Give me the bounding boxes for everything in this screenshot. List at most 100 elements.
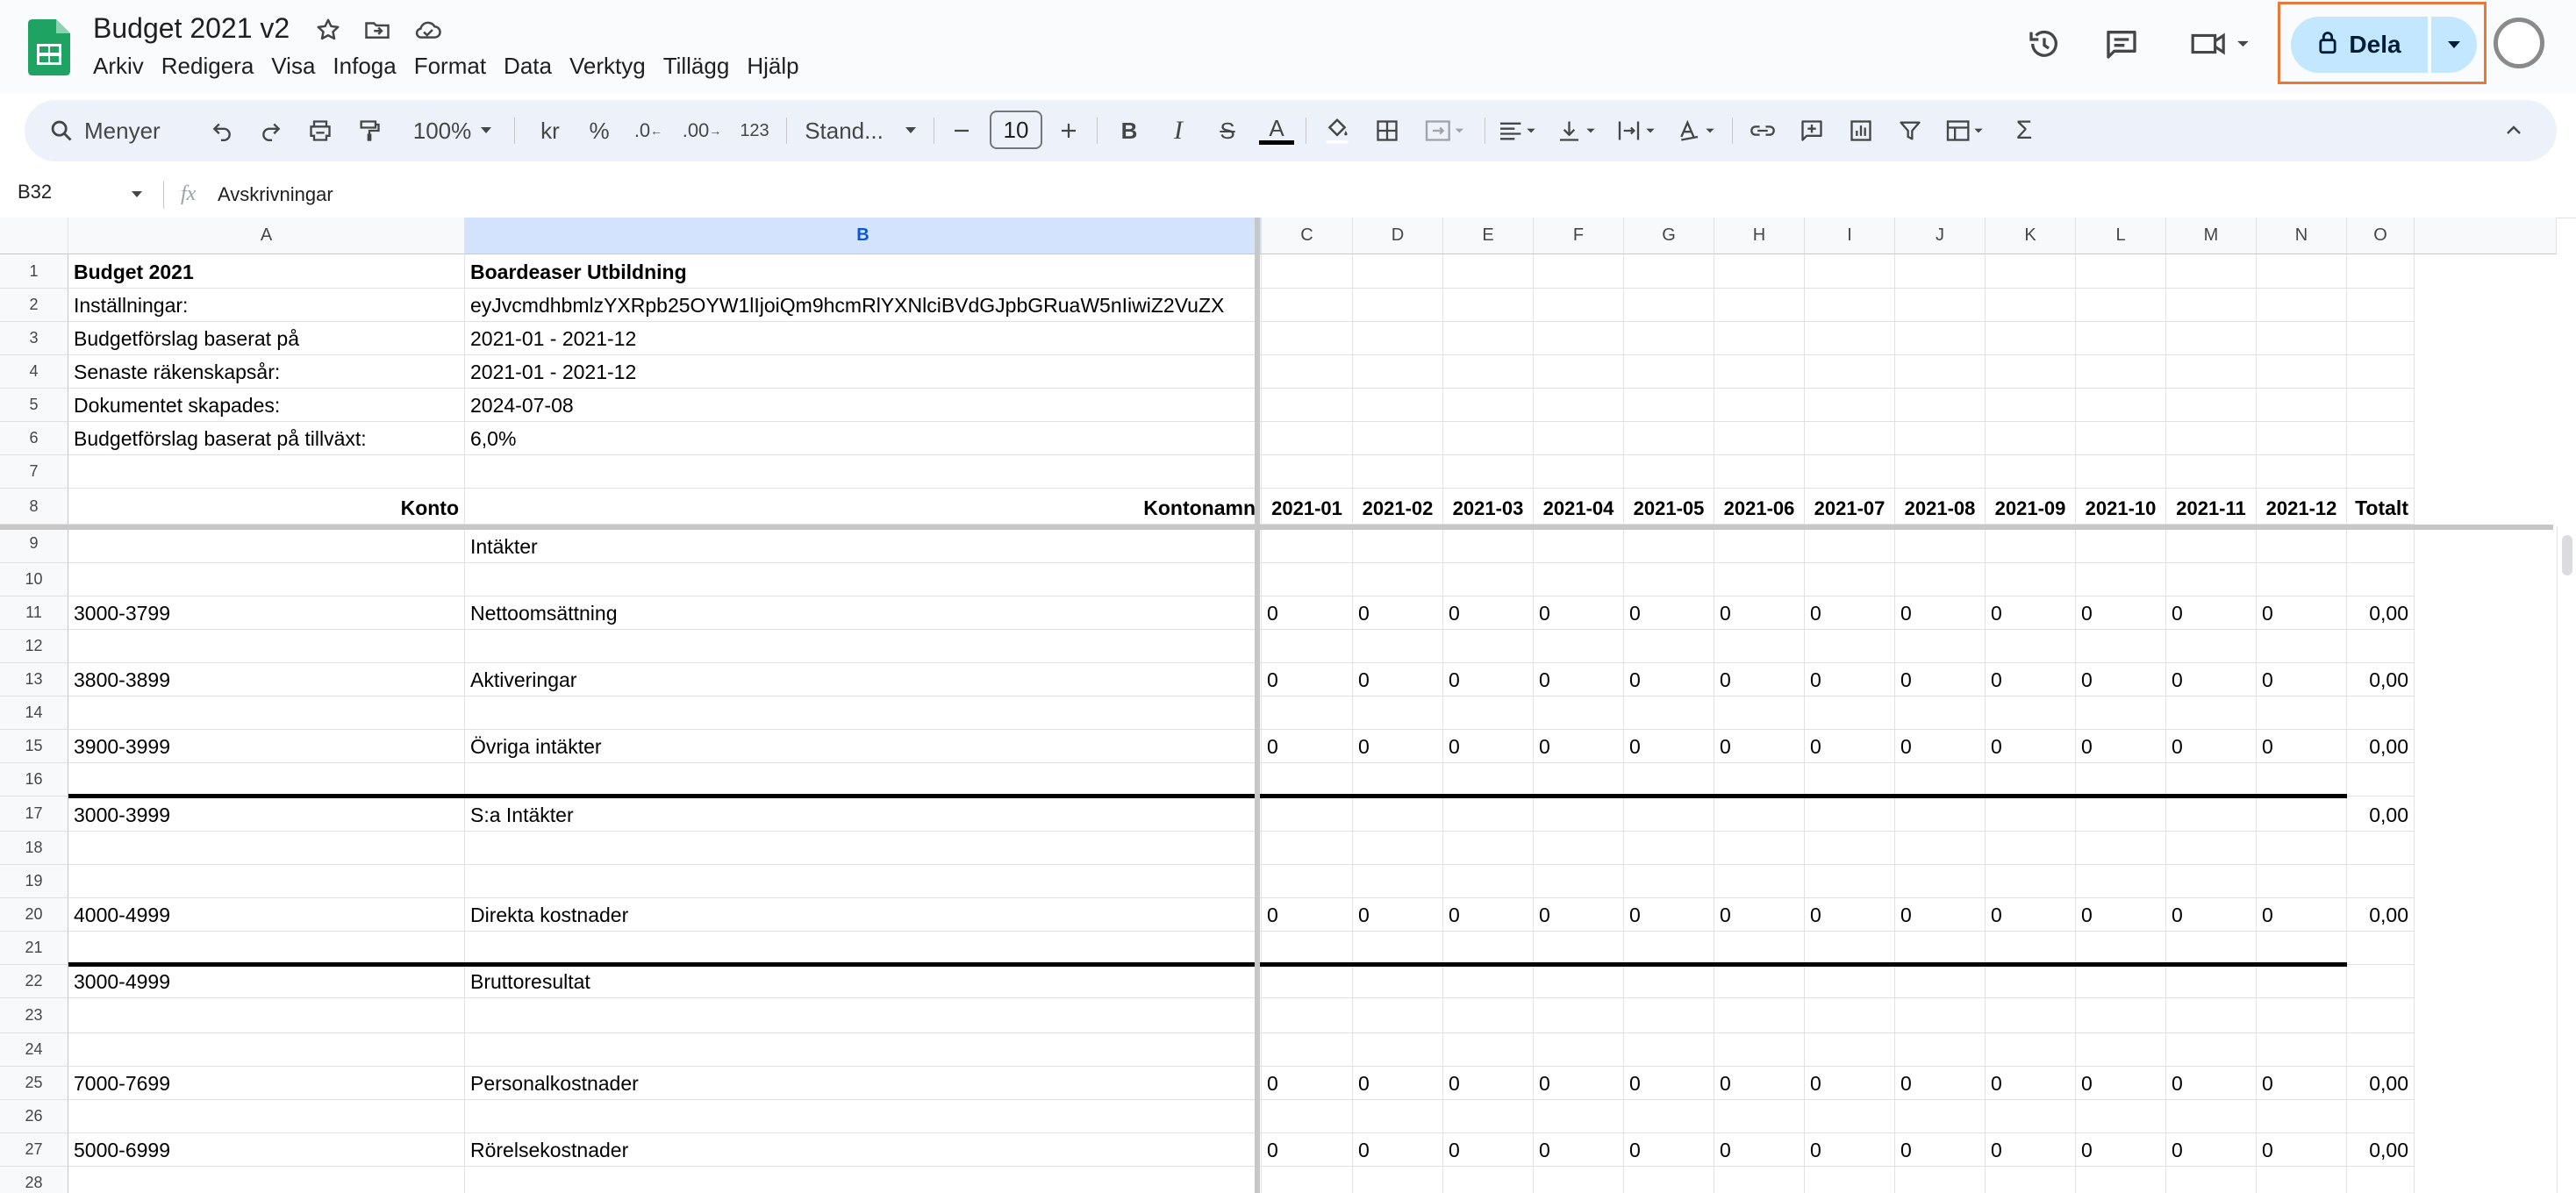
- scrollbar-thumb[interactable]: [2562, 535, 2572, 575]
- column-header-d[interactable]: D: [1353, 218, 1443, 254]
- cell-month[interactable]: 0: [2076, 663, 2166, 697]
- row-header[interactable]: 12: [0, 630, 68, 663]
- cell-month[interactable]: [1805, 697, 1895, 730]
- cell-month[interactable]: 0: [2076, 596, 2166, 630]
- cell-month[interactable]: [1443, 630, 1534, 663]
- cell-month[interactable]: 0: [1986, 596, 2076, 630]
- strikethrough-icon[interactable]: S: [1206, 100, 1249, 161]
- cell-month[interactable]: 0: [1534, 898, 1624, 932]
- cell-month[interactable]: [1805, 525, 1895, 563]
- formula-input[interactable]: Avskrivningar: [218, 183, 333, 206]
- row-header[interactable]: 25: [0, 1067, 68, 1100]
- cell-total[interactable]: [2347, 254, 2415, 289]
- cell-a[interactable]: 3000-3999: [68, 797, 465, 832]
- row-header[interactable]: 24: [0, 1033, 68, 1067]
- cell-total[interactable]: [2347, 1033, 2415, 1067]
- cell-month[interactable]: [1895, 630, 1986, 663]
- cell-month[interactable]: [1624, 865, 1714, 898]
- cell-a[interactable]: Konto: [68, 489, 465, 525]
- cell-month[interactable]: [1805, 289, 1895, 322]
- cell-month[interactable]: [1805, 254, 1895, 289]
- cell-month[interactable]: [1895, 322, 1986, 355]
- cell-month[interactable]: 2021-06: [1714, 489, 1805, 525]
- cell-total[interactable]: Totalt: [2347, 489, 2415, 525]
- cell-month[interactable]: [1262, 525, 1353, 563]
- cell-month[interactable]: [2166, 1167, 2257, 1193]
- cell-month[interactable]: [1353, 865, 1443, 898]
- cell-month[interactable]: 0: [1805, 596, 1895, 630]
- column-header-a[interactable]: A: [68, 218, 465, 254]
- cell-month[interactable]: [1624, 422, 1714, 455]
- cell-b[interactable]: [465, 763, 1262, 797]
- cell-b[interactable]: 2021-01 - 2021-12: [465, 355, 1262, 389]
- borders-icon[interactable]: [1365, 100, 1409, 161]
- cell-month[interactable]: [1353, 322, 1443, 355]
- cell-month[interactable]: 0: [2166, 898, 2257, 932]
- row-header[interactable]: 17: [0, 797, 68, 832]
- cell-month[interactable]: [1262, 998, 1353, 1033]
- cell-month[interactable]: [2257, 932, 2347, 965]
- cell-a[interactable]: Budget 2021: [68, 254, 465, 289]
- cell-month[interactable]: [1353, 932, 1443, 965]
- cell-total[interactable]: [2347, 389, 2415, 422]
- cell-month[interactable]: [1624, 998, 1714, 1033]
- vertical-align-icon[interactable]: [1551, 100, 1606, 161]
- cell-month[interactable]: 0: [1895, 1133, 1986, 1167]
- meet-camera-icon[interactable]: [2181, 18, 2260, 70]
- cell-month[interactable]: [1262, 422, 1353, 455]
- text-color-icon[interactable]: A: [1255, 100, 1299, 161]
- account-avatar[interactable]: [2494, 18, 2544, 68]
- cell-month[interactable]: [2166, 254, 2257, 289]
- cell-month[interactable]: [1714, 865, 1805, 898]
- filter-icon[interactable]: [1888, 100, 1932, 161]
- cell-month[interactable]: 0: [1805, 1067, 1895, 1100]
- cell-a[interactable]: Dokumentet skapades:: [68, 389, 465, 422]
- cell-total[interactable]: 0,00: [2347, 596, 2415, 630]
- frozen-row-divider[interactable]: [0, 525, 2553, 530]
- cell-month[interactable]: 0: [2257, 596, 2347, 630]
- cell-month[interactable]: [1986, 832, 2076, 865]
- cell-month[interactable]: [1895, 1167, 1986, 1193]
- cell-total[interactable]: 0,00: [2347, 1067, 2415, 1100]
- cell-month[interactable]: 0: [1534, 1133, 1624, 1167]
- cell-month[interactable]: [1986, 797, 2076, 832]
- cell-month[interactable]: 2021-11: [2166, 489, 2257, 525]
- cell-month[interactable]: [2257, 455, 2347, 489]
- comments-icon[interactable]: [2095, 18, 2148, 70]
- cell-month[interactable]: [2257, 563, 2347, 596]
- cell-month[interactable]: [2257, 322, 2347, 355]
- cell-b[interactable]: Nettoomsättning: [465, 596, 1262, 630]
- cell-month[interactable]: [1353, 797, 1443, 832]
- cell-month[interactable]: [1353, 525, 1443, 563]
- cell-month[interactable]: [1262, 1100, 1353, 1133]
- cell-a[interactable]: Inställningar:: [68, 289, 465, 322]
- cell-month[interactable]: [1986, 630, 2076, 663]
- insert-chart-icon[interactable]: [1839, 100, 1883, 161]
- cell-month[interactable]: 0: [1262, 1067, 1353, 1100]
- menu-visa[interactable]: Visa: [271, 53, 327, 80]
- cell-month[interactable]: 0: [1443, 596, 1534, 630]
- menu-infoga[interactable]: Infoga: [333, 53, 408, 80]
- cell-month[interactable]: [1986, 355, 2076, 389]
- cell-month[interactable]: [2257, 797, 2347, 832]
- cell-month[interactable]: [2257, 1100, 2347, 1133]
- cell-total[interactable]: [2347, 965, 2415, 998]
- cell-month[interactable]: [1443, 254, 1534, 289]
- cell-b[interactable]: [465, 865, 1262, 898]
- row-header[interactable]: 5: [0, 389, 68, 422]
- cell-month[interactable]: [2166, 797, 2257, 832]
- increase-font-size-button[interactable]: [1049, 100, 1088, 161]
- cell-month[interactable]: [2257, 525, 2347, 563]
- menu-verktyg[interactable]: Verktyg: [569, 53, 658, 80]
- cell-month[interactable]: 0: [2166, 1133, 2257, 1167]
- cell-month[interactable]: [1624, 322, 1714, 355]
- cell-total[interactable]: [2347, 1100, 2415, 1133]
- cell-month[interactable]: 0: [1624, 730, 1714, 763]
- cell-b[interactable]: 2024-07-08: [465, 389, 1262, 422]
- cell-a[interactable]: [68, 932, 465, 965]
- cell-month[interactable]: [1714, 697, 1805, 730]
- cell-b[interactable]: [465, 697, 1262, 730]
- column-header-j[interactable]: J: [1895, 218, 1986, 254]
- cell-month[interactable]: [1262, 763, 1353, 797]
- cell-month[interactable]: [1624, 697, 1714, 730]
